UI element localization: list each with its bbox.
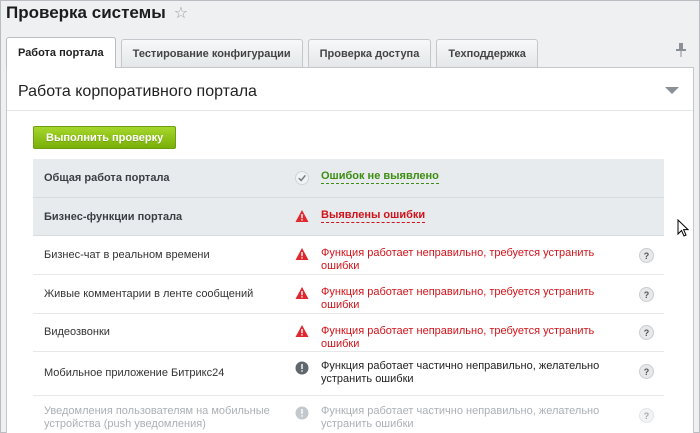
table-row: Бизнес-чат в реальном времени Функция ра… (33, 236, 664, 275)
table-row: Живые комментарии в ленте сообщений Функ… (33, 275, 664, 314)
status-text: Функция работает неправильно, требуется … (321, 325, 595, 350)
star-icon[interactable]: ☆ (174, 3, 188, 23)
tab-portal-work[interactable]: Работа портала (6, 37, 116, 68)
info-icon (295, 361, 309, 375)
status-text: Функция работает неправильно, требуется … (321, 286, 595, 311)
section-title: Работа корпоративного портала (18, 83, 257, 100)
check-icon (295, 171, 309, 185)
collapse-icon[interactable] (665, 87, 679, 94)
status-text: Функция работает частично неправильно, ж… (321, 405, 600, 430)
run-check-button[interactable]: Выполнить проверку (33, 126, 177, 149)
warning-icon (295, 325, 309, 337)
page-title: Проверка системы ☆ (6, 3, 188, 23)
row-label: Живые комментарии в ленте сообщений (44, 288, 254, 300)
status-text: Функция работает частично неправильно, ж… (321, 360, 600, 385)
table-row-general: Общая работа портала Ошибок не выявлено (33, 159, 664, 198)
table-row-business: Бизнес-функции портала Выявлены ошибки (33, 198, 664, 236)
info-icon (295, 406, 309, 420)
row-label: Видеозвонки (44, 326, 110, 338)
status-text[interactable]: Ошибок не выявлено (321, 170, 439, 184)
tab-support[interactable]: Техподдержка (436, 39, 538, 67)
table-row: Мобильное приложение Битрикс24 Функция р… (33, 352, 664, 396)
row-label: Бизнес-чат в реальном времени (44, 249, 210, 261)
window-frame: Проверка системы ☆ Работа портала Тестир… (0, 0, 700, 433)
help-icon[interactable]: ? (639, 248, 654, 263)
tab-config-testing[interactable]: Тестирование конфигурации (120, 39, 303, 67)
warning-icon (295, 248, 309, 260)
tab-access-check[interactable]: Проверка доступа (307, 39, 432, 67)
page-title-text: Проверка системы (6, 3, 166, 22)
status-text[interactable]: Выявлены ошибки (321, 209, 426, 223)
tab-bar: Работа портала Тестирование конфигурации… (6, 37, 538, 68)
help-icon[interactable]: ? (639, 287, 654, 302)
mouse-cursor-icon (677, 219, 689, 237)
table-row: Уведомления пользователям на мобильные у… (33, 396, 664, 433)
results-table: Общая работа портала Ошибок не выявлено … (33, 159, 664, 433)
row-label: Мобильное приложение Битрикс24 (44, 367, 225, 379)
content-panel: Работа корпоративного портала Выполнить … (6, 67, 694, 433)
help-icon[interactable]: ? (639, 408, 654, 423)
help-icon[interactable]: ? (639, 364, 654, 379)
warning-icon (295, 210, 309, 222)
table-row: Видеозвонки Функция работает неправильно… (33, 314, 664, 352)
status-text: Функция работает неправильно, требуется … (321, 247, 595, 272)
warning-icon (295, 287, 309, 299)
pin-icon[interactable] (676, 43, 686, 60)
row-label: Уведомления пользователям на мобильные у… (44, 405, 270, 430)
help-icon[interactable]: ? (639, 325, 654, 340)
row-label: Бизнес-функции портала (44, 211, 183, 223)
section-divider (7, 110, 693, 111)
row-label: Общая работа портала (44, 172, 170, 184)
